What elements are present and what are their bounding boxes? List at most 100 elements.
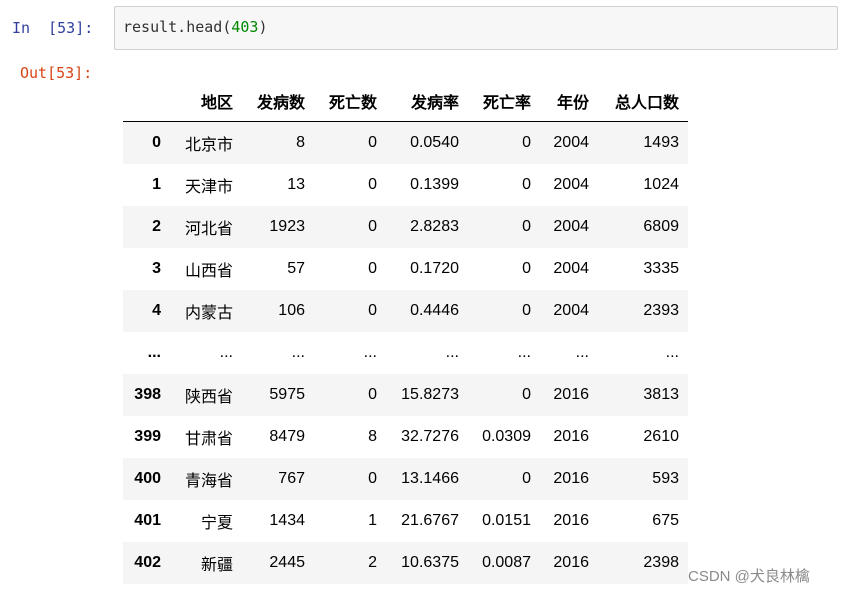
table-cell: 2004 bbox=[553, 302, 589, 319]
table-cell: 2016 bbox=[553, 512, 589, 529]
code-argument: 403 bbox=[231, 18, 259, 36]
table-cell: 0 bbox=[522, 386, 531, 403]
table-cell: ... bbox=[219, 344, 233, 361]
table-cell: 675 bbox=[652, 512, 679, 529]
table-cell: 新疆 bbox=[200, 557, 233, 574]
table-cell: 北京市 bbox=[184, 137, 233, 154]
table-cell: 陕西省 bbox=[184, 389, 233, 406]
column-header: 发病率 bbox=[410, 94, 459, 112]
table-row: 402 新疆 2445 2 10.6375 0.0087 2016 2398 bbox=[123, 542, 688, 584]
table-cell: 3335 bbox=[643, 260, 679, 277]
table-body: 0 北京市 8 0 0.0540 0 2004 1493 1 天津市 13 0 0.1399 0 2004 1… bbox=[123, 121, 688, 584]
table-cell: 1434 bbox=[269, 512, 305, 529]
table-cell: 0 bbox=[522, 302, 531, 319]
table-cell: 河北省 bbox=[184, 221, 233, 238]
table-cell: 2004 bbox=[553, 260, 589, 277]
table-cell: ... bbox=[445, 344, 459, 361]
table-cell: 6809 bbox=[643, 218, 679, 235]
table-row: 4 内蒙古 106 0 0.4446 0 2004 2393 bbox=[123, 290, 688, 332]
table-cell: 天津市 bbox=[184, 179, 233, 196]
row-index: 399 bbox=[134, 428, 161, 445]
table-cell: 2610 bbox=[643, 428, 679, 445]
table-row: 401 宁夏 1434 1 21.6767 0.0151 2016 675 bbox=[123, 500, 688, 542]
table-cell: 内蒙古 bbox=[184, 305, 233, 322]
table-row: 400 青海省 767 0 13.1466 0 2016 593 bbox=[123, 458, 688, 500]
table-cell: 32.7276 bbox=[401, 428, 459, 445]
table-cell: 2.8283 bbox=[410, 218, 459, 235]
table-cell: ... bbox=[517, 344, 531, 361]
index-header bbox=[123, 80, 170, 122]
table-cell: 2016 bbox=[553, 386, 589, 403]
table-cell: 1923 bbox=[269, 218, 305, 235]
table-cell: 57 bbox=[287, 260, 305, 277]
table-cell: 767 bbox=[278, 470, 305, 487]
table-row: ........................ bbox=[123, 332, 688, 374]
table-cell: 1493 bbox=[643, 134, 679, 151]
column-header: 总人口数 bbox=[614, 94, 679, 112]
table-cell: 8 bbox=[368, 428, 377, 445]
table-cell: 2004 bbox=[553, 134, 589, 151]
column-header: 死亡数 bbox=[328, 94, 377, 112]
table-cell: 0.4446 bbox=[410, 302, 459, 319]
table-cell: 2398 bbox=[643, 554, 679, 571]
table-cell: 1 bbox=[368, 512, 377, 529]
table-cell: 2 bbox=[368, 554, 377, 571]
table-cell: 0.0151 bbox=[482, 512, 531, 529]
table-cell: 2016 bbox=[553, 470, 589, 487]
table-cell: 青海省 bbox=[184, 473, 233, 490]
row-index: 398 bbox=[134, 386, 161, 403]
table-cell: 593 bbox=[652, 470, 679, 487]
table-cell: 2016 bbox=[553, 428, 589, 445]
code-line[interactable]: result.head(403) bbox=[123, 18, 268, 36]
row-index: 400 bbox=[134, 470, 161, 487]
table-cell: 0.0540 bbox=[410, 134, 459, 151]
table-cell: ... bbox=[363, 344, 377, 361]
table-row: 0 北京市 8 0 0.0540 0 2004 1493 bbox=[123, 121, 688, 164]
table-cell: 2004 bbox=[553, 218, 589, 235]
table-cell: 0 bbox=[522, 176, 531, 193]
table-cell: 0 bbox=[522, 470, 531, 487]
table-header-row: 地区 发病数 死亡数 发病率 死亡率 年份 总人口数 bbox=[123, 80, 688, 122]
table-cell: 0 bbox=[368, 470, 377, 487]
table-cell: 0.0309 bbox=[482, 428, 531, 445]
table-cell: 106 bbox=[278, 302, 305, 319]
row-index: 1 bbox=[152, 176, 161, 193]
table-cell: ... bbox=[575, 344, 589, 361]
table-cell: 山西省 bbox=[184, 263, 233, 280]
table-cell: 3813 bbox=[643, 386, 679, 403]
row-index: 401 bbox=[134, 512, 161, 529]
table-cell: 0 bbox=[368, 134, 377, 151]
table-cell: 5975 bbox=[269, 386, 305, 403]
table-cell: 0.0087 bbox=[482, 554, 531, 571]
code-input-cell[interactable]: result.head(403) bbox=[114, 6, 838, 50]
table-cell: 21.6767 bbox=[401, 512, 459, 529]
table-cell: 15.8273 bbox=[401, 386, 459, 403]
table-cell: 13 bbox=[287, 176, 305, 193]
table-cell: 8479 bbox=[269, 428, 305, 445]
table-row: 2 河北省 1923 0 2.8283 0 2004 6809 bbox=[123, 206, 688, 248]
table-cell: 0 bbox=[522, 218, 531, 235]
table-cell: 2016 bbox=[553, 554, 589, 571]
table-cell: 0 bbox=[368, 302, 377, 319]
row-index: ... bbox=[147, 344, 161, 361]
code-close-paren: ) bbox=[258, 18, 268, 36]
table-row: 1 天津市 13 0 0.1399 0 2004 1024 bbox=[123, 164, 688, 206]
row-index: 0 bbox=[152, 134, 161, 151]
column-header: 地区 bbox=[200, 94, 233, 112]
table-cell: ... bbox=[665, 344, 679, 361]
row-index: 402 bbox=[134, 554, 161, 571]
row-index: 2 bbox=[152, 218, 161, 235]
table-cell: 2445 bbox=[269, 554, 305, 571]
table-cell: 0 bbox=[368, 176, 377, 193]
output-prompt: Out[53]: bbox=[20, 64, 93, 82]
table-cell: 0.1399 bbox=[410, 176, 459, 193]
code-function: result.head( bbox=[123, 18, 232, 36]
table-row: 399 甘肃省 8479 8 32.7276 0.0309 2016 2610 bbox=[123, 416, 688, 458]
table-cell: 2004 bbox=[553, 176, 589, 193]
table-cell: 0 bbox=[522, 260, 531, 277]
input-prompt: In [53]: bbox=[12, 19, 94, 37]
table-row: 398 陕西省 5975 0 15.8273 0 2016 3813 bbox=[123, 374, 688, 416]
table-cell: 8 bbox=[296, 134, 305, 151]
table-cell: ... bbox=[291, 344, 305, 361]
table-cell: 0 bbox=[522, 134, 531, 151]
